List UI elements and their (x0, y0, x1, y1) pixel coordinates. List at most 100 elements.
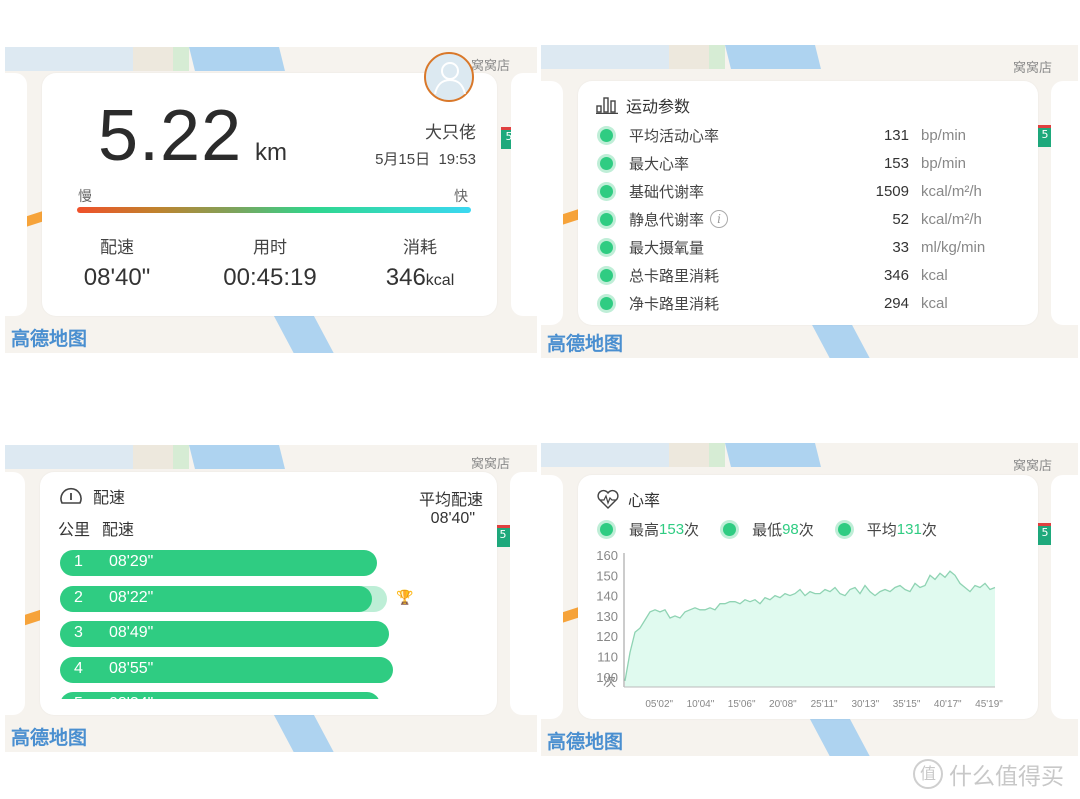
prev-card-peek[interactable] (5, 73, 27, 316)
param-unit: bp/min (921, 126, 967, 144)
legend-min: 最低 98 次 (723, 519, 814, 540)
speed-gradient-bar (77, 207, 471, 213)
next-card-peek[interactable] (510, 472, 537, 715)
param-value: 153 (883, 154, 909, 172)
param-row: 静息代谢率 i 52 kcal/m²/h (600, 205, 1020, 233)
avatar[interactable] (424, 52, 474, 102)
split-pace: 08'29" (109, 553, 154, 570)
avg-pace-label: 平均配速 (418, 490, 483, 509)
workout-datetime: 5月15日 19:53 (375, 148, 476, 169)
legend-avg: 平均 131 次 (837, 519, 937, 540)
params-title: 运动参数 (596, 93, 690, 117)
stat-value: 08'40" (83, 264, 151, 291)
heart-rate-card: 心率 最高 153 次 最低 98 次 平均 131 次 100 110 120 130 140 15… (578, 475, 1038, 719)
param-name: 最大摄氧量 (629, 238, 705, 257)
x-tick-label: 25'11" (811, 699, 838, 710)
map-area (173, 445, 189, 469)
heart-rate-title: 心率 (596, 487, 660, 511)
heart-rate-area (625, 571, 995, 687)
distance-unit: km (255, 139, 287, 166)
pace-bar (60, 585, 372, 612)
prev-card-peek[interactable] (541, 475, 563, 719)
map-area (541, 45, 669, 69)
pace-title: 配速 (59, 484, 125, 508)
x-tick-label: 35'15" (893, 699, 921, 710)
param-row: 总卡路里消耗 346 kcal (600, 261, 1020, 289)
pace-split-list[interactable]: 1 08'29" 2 08'22" 🏆 3 08'49" 4 08'55" 5 08'34" (40, 542, 497, 699)
col-pace: 配速 (102, 520, 135, 539)
param-unit: kcal/m²/h (921, 182, 982, 200)
split-km: 3 (74, 624, 83, 641)
split-km: 2 (74, 588, 83, 606)
pace-split-row: 2 08'22" 🏆 (60, 585, 460, 612)
x-tick-label: 10'04" (687, 699, 715, 710)
next-card-peek[interactable] (511, 73, 537, 316)
stat-calories: 消耗 346kcal (345, 233, 495, 292)
stat-label: 配速 (100, 238, 134, 258)
next-card-peek[interactable] (1051, 81, 1078, 325)
param-value: 131 (883, 126, 909, 144)
pace-bar (60, 692, 380, 699)
param-unit: bp/min (921, 154, 967, 172)
map-panel-params: 窝窝店 5 高德地图 运动参数 平均活动心率 131 bp/min 最大心率 153 bp… (541, 45, 1078, 358)
summary-card: 5.22 km 大只佬 5月15日 19:53 慢 快 配速 08'40" 用时… (42, 52, 497, 316)
watermark: 值 什么值得买 (913, 757, 1064, 791)
map-logo: 高德地图 (547, 333, 624, 355)
workout-date: 5月15日 (375, 151, 431, 168)
user-name: 大只佬 (425, 123, 476, 143)
map-area (133, 47, 173, 71)
split-pace: 08'49" (109, 624, 154, 641)
map-panel-heart-rate: 窝窝店 5 高德地图 心率 最高153次 最低98次 平均131次 (541, 443, 1078, 756)
params-card: 运动参数 平均活动心率 131 bp/min 最大心率 153 bp/min 基础代谢率 15… (578, 81, 1038, 325)
x-tick-label: 45'19" (975, 699, 1003, 710)
stat-label: 用时 (253, 238, 287, 258)
watermark-text: 什么值得买 (949, 764, 1064, 790)
map-road-badge: 5 (495, 525, 511, 547)
map-area (669, 45, 709, 69)
stat-value: 346kcal (385, 264, 455, 291)
distance-value: 5.22 (98, 96, 243, 176)
param-value: 294 (883, 294, 909, 312)
next-card-peek[interactable] (1051, 475, 1078, 719)
param-unit: ml/kg/min (921, 238, 986, 256)
map-river (272, 712, 334, 752)
map-label: 窝窝店 (471, 59, 511, 74)
map-panel-pace: 窝窝店 5 高德地图 配速 公里 配速 平均配速 08'40" 1 08'29" 2 0… (5, 445, 537, 752)
x-tick-label: 20'08" (769, 699, 797, 710)
map-area (5, 47, 133, 71)
speed-scale-fast: 快 (454, 189, 468, 205)
prev-card-peek[interactable] (541, 81, 563, 325)
param-value: 52 (892, 210, 909, 228)
info-icon[interactable]: i (710, 210, 729, 228)
map-river (272, 313, 334, 353)
param-dot (600, 184, 613, 198)
map-area (173, 47, 189, 71)
param-value: 1509 (875, 182, 909, 200)
pace-split-row: 3 08'49" (60, 621, 460, 647)
map-river (725, 45, 821, 69)
prev-card-peek[interactable] (5, 472, 25, 715)
user-icon (434, 62, 466, 95)
stat-pace: 配速 08'40" (42, 233, 192, 292)
stat-duration: 用时 00:45:19 (195, 233, 345, 292)
legend-dot (837, 523, 851, 536)
map-area (709, 443, 725, 467)
param-unit: kcal/m²/h (921, 210, 982, 228)
map-river (808, 716, 870, 756)
param-dot (600, 240, 613, 254)
stat-label: 消耗 (403, 238, 437, 258)
map-panel-summary: 窝窝店 5 高德地图 5.22 km 大只佬 5月15日 19:53 慢 快 配… (5, 47, 537, 353)
param-name: 静息代谢率 i (629, 209, 779, 230)
split-pace: 08'22" (109, 588, 154, 606)
avg-pace-value: 08'40" (430, 510, 475, 527)
pace-columns: 公里 配速 (58, 516, 146, 540)
map-logo: 高德地图 (547, 731, 624, 753)
split-km: 4 (74, 659, 83, 677)
param-value: 33 (892, 238, 909, 256)
legend-dot (600, 523, 613, 536)
map-label: 窝窝店 (471, 457, 511, 472)
bar-chart-icon (596, 97, 618, 114)
map-river (725, 443, 821, 467)
param-dot (600, 128, 613, 142)
speed-scale-slow: 慢 (78, 189, 92, 205)
